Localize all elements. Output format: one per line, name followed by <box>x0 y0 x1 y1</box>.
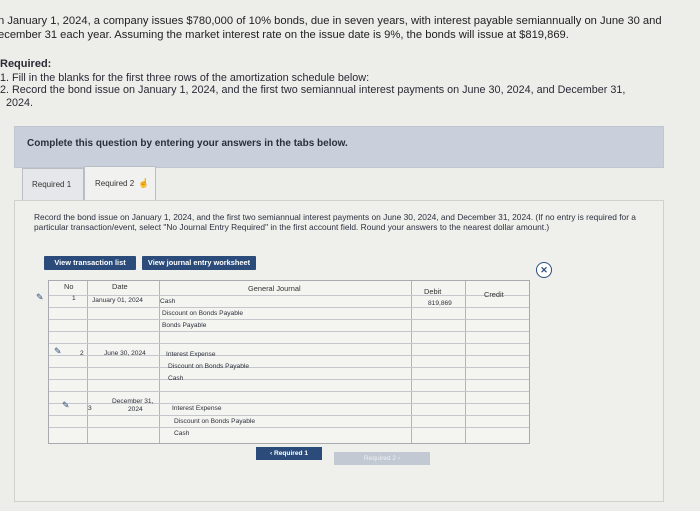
journal-instruction: Record the bond issue on January 1, 2024… <box>34 212 636 232</box>
col-header-no: No <box>64 282 74 291</box>
entry-3-date-line-1[interactable]: December 31, <box>112 398 153 405</box>
col-header-date: Date <box>112 282 128 291</box>
entry-3-account-3[interactable]: Cash <box>174 430 189 437</box>
entry-3-date-line-2: 2024 <box>128 406 143 413</box>
view-transaction-list-button[interactable]: View transaction list <box>44 256 136 270</box>
entry-1-account-1[interactable]: Cash <box>160 298 175 305</box>
entry-1-no: 1 <box>72 295 76 302</box>
col-header-credit: Credit <box>484 290 504 299</box>
general-journal-table <box>48 280 530 444</box>
tab-required-2-label: Required 2 <box>95 179 135 188</box>
cursor-icon: ☝ <box>138 178 150 188</box>
edit-pencil-icon[interactable]: ✎ <box>54 346 62 357</box>
banner-text: Complete this question by entering your … <box>27 138 348 149</box>
edit-pencil-icon[interactable]: ✎ <box>62 400 70 411</box>
chevron-right-icon: › <box>396 455 401 462</box>
entry-1-date[interactable]: January 01, 2024 <box>92 297 143 304</box>
required-heading: Required: <box>0 58 52 70</box>
entry-3-account-2[interactable]: Discount on Bonds Payable <box>174 418 255 425</box>
entry-1-debit[interactable]: 819,869 <box>428 300 452 307</box>
entry-2-account-2[interactable]: Discount on Bonds Payable <box>168 363 249 370</box>
entry-2-date[interactable]: June 30, 2024 <box>104 350 146 357</box>
entry-1-account-3[interactable]: Bonds Payable <box>162 322 206 329</box>
next-required-2-button[interactable]: Required 2 › <box>334 452 430 465</box>
required-item-1: 1. Fill in the blanks for the first thre… <box>0 72 370 84</box>
col-header-general-journal: General Journal <box>248 284 301 293</box>
tab-required-1-label: Required 1 <box>32 180 72 189</box>
tab-required-2[interactable]: Required 2 ☝ <box>84 166 156 201</box>
required-item-2-continued: 2024. <box>6 97 34 109</box>
problem-line-2: ecember 31 each year. Assuming the marke… <box>0 29 569 41</box>
problem-line-1: n January 1, 2024, a company issues $780… <box>0 15 662 27</box>
edit-pencil-icon[interactable]: ✎ <box>36 292 44 303</box>
close-icon[interactable]: ✕ <box>536 262 552 278</box>
col-header-debit: Debit <box>424 287 442 296</box>
next-button-label: Required 2 <box>363 455 397 462</box>
entry-2-account-3[interactable]: Cash <box>168 375 183 382</box>
entry-2-account-1[interactable]: Interest Expense <box>166 351 215 358</box>
entry-2-no: 2 <box>80 350 84 357</box>
instruction-banner: Complete this question by entering your … <box>14 126 664 168</box>
view-journal-entry-worksheet-button[interactable]: View journal entry worksheet <box>142 256 256 270</box>
entry-1-account-2[interactable]: Discount on Bonds Payable <box>162 310 243 317</box>
entry-3-no: 3 <box>88 405 92 412</box>
prev-button-label: Required 1 <box>273 450 309 457</box>
required-item-2: 2. Record the bond issue on January 1, 2… <box>0 84 626 96</box>
entry-3-account-1[interactable]: Interest Expense <box>172 405 221 412</box>
prev-required-1-button[interactable]: ‹ Required 1 <box>256 447 322 460</box>
tab-required-1[interactable]: Required 1 <box>22 168 84 202</box>
